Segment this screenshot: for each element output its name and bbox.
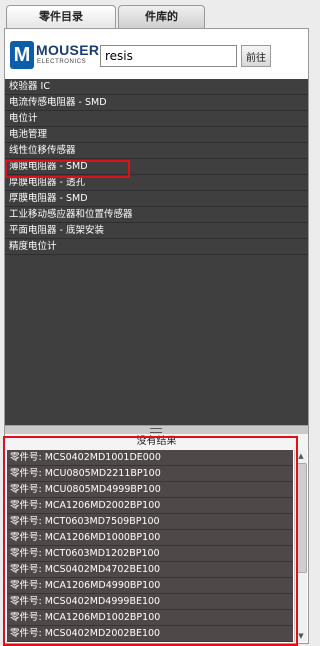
category-item[interactable]: 线性位移传感器 [5, 143, 308, 159]
category-item[interactable]: 电流传感电阻器 - SMD [5, 95, 308, 111]
category-item[interactable]: 校验器 IC [5, 79, 308, 95]
search-bar: M MOUSER ELECTRONICS 前往 [5, 29, 308, 79]
results-highlight [3, 436, 298, 646]
resize-grip-icon [150, 428, 162, 433]
logo-name: MOUSER [36, 42, 100, 58]
go-button[interactable]: 前往 [241, 45, 271, 67]
logo-subtitle: ELECTRONICS [37, 59, 87, 65]
tab-bar: 零件目录 件库的 [4, 3, 310, 30]
category-item[interactable]: 精度电位计 [5, 239, 308, 255]
category-item[interactable]: 电池管理 [5, 127, 308, 143]
category-item[interactable]: 工业移动感应器和位置传感器 [5, 207, 308, 223]
category-item[interactable]: 厚膜电阻器 - SMD [5, 191, 308, 207]
category-item[interactable]: 平面电阻器 - 底架安装 [5, 223, 308, 239]
tab-parts-catalog[interactable]: 零件目录 [6, 5, 116, 30]
logo-mark-icon: M [10, 41, 34, 69]
mouser-logo: M MOUSER ELECTRONICS [10, 41, 100, 69]
category-list: 校验器 IC 电流传感电阻器 - SMD 电位计 电池管理 线性位移传感器 薄膜… [5, 79, 308, 425]
selection-highlight [5, 160, 130, 178]
search-input[interactable] [100, 45, 237, 67]
tab-parts-library[interactable]: 件库的 [118, 5, 205, 28]
category-item[interactable]: 电位计 [5, 111, 308, 127]
